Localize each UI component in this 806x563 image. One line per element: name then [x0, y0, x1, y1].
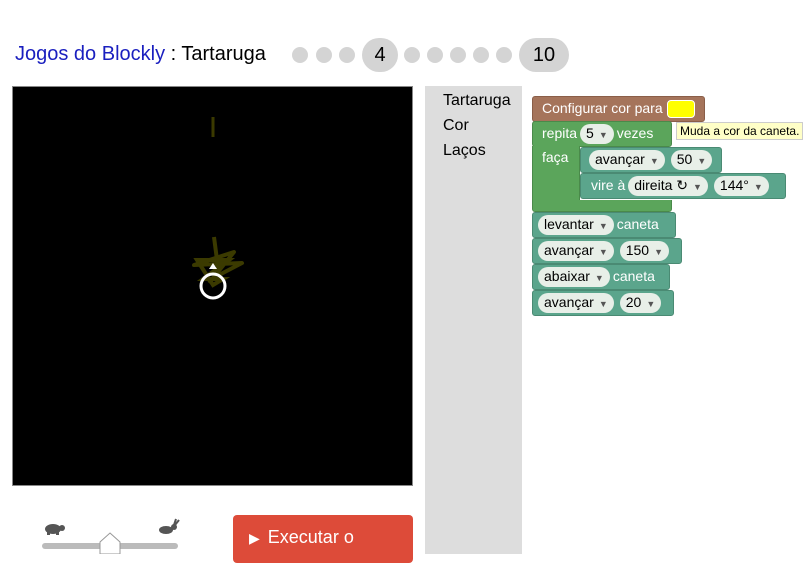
pen-down-block[interactable]: abaixar ▼ caneta: [532, 264, 670, 290]
level-dot-6[interactable]: [427, 47, 443, 63]
repeat-count-value: 5: [586, 125, 594, 141]
level-dot-7[interactable]: [450, 47, 466, 63]
do-label: faça: [542, 149, 569, 165]
pen-up-block[interactable]: levantar ▼ caneta: [532, 212, 676, 238]
forward-value-2: 150: [625, 242, 650, 258]
blockly-games-link[interactable]: Jogos do Blockly: [15, 43, 165, 65]
set-color-block[interactable]: Configurar cor para: [532, 96, 705, 122]
color-swatch[interactable]: [666, 100, 695, 119]
level-current[interactable]: 4: [362, 38, 398, 72]
forward-dropdown-3[interactable]: avançar ▼: [538, 293, 614, 313]
dropdown-caret-icon: ▼: [646, 299, 656, 309]
dropdown-caret-icon: ▼: [594, 273, 604, 283]
forward-dropdown-2-value: avançar: [544, 242, 594, 258]
page-heading: Jogos do Blockly : Tartaruga: [15, 43, 266, 66]
dropdown-caret-icon: ▼: [693, 182, 702, 192]
blocks-workspace[interactable]: Configurar cor para repita 5 ▼ vezes faça a…: [522, 86, 806, 554]
dropdown-caret-icon: ▼: [598, 247, 608, 257]
forward-value-field-2[interactable]: 150 ▼: [619, 241, 670, 261]
level-dot-5[interactable]: [404, 47, 420, 63]
dropdown-caret-icon: ▼: [598, 130, 608, 140]
forward-value-1: 50: [676, 151, 693, 167]
speed-slider-handle[interactable]: [99, 532, 121, 554]
pen-up-dropdown[interactable]: levantar ▼: [538, 215, 614, 235]
title-separator: :: [165, 43, 182, 65]
dropdown-caret-icon: ▼: [649, 156, 659, 166]
level-dot-8[interactable]: [473, 47, 489, 63]
forward-dropdown-2[interactable]: avançar ▼: [538, 241, 614, 261]
dropdown-caret-icon: ▼: [598, 299, 608, 309]
rabbit-icon: [159, 518, 180, 534]
pen-up-suffix: caneta: [616, 216, 659, 232]
pen-down-value: abaixar: [544, 268, 590, 284]
pen-down-suffix: caneta: [612, 268, 655, 284]
dropdown-caret-icon: ▼: [654, 247, 664, 257]
repeat-count-field[interactable]: 5 ▼: [580, 124, 614, 144]
forward-block-2[interactable]: avançar ▼ 150 ▼: [532, 238, 682, 264]
forward-block-3[interactable]: avançar ▼ 20 ▼: [532, 290, 674, 316]
dropdown-caret-icon: ▼: [697, 156, 707, 166]
turn-angle-value: 144°: [719, 177, 749, 193]
toolbox-category-color[interactable]: Cor: [443, 117, 469, 135]
turn-direction-dropdown[interactable]: direita ↻ ▼: [628, 176, 708, 196]
turn-direction-value: direita ↻: [634, 177, 688, 193]
forward-dropdown-3-value: avançar: [544, 294, 594, 310]
toolbox-category-loops[interactable]: Laços: [443, 142, 486, 160]
page-title: Tartaruga: [181, 43, 266, 65]
repeat-block[interactable]: repita 5 ▼ vezes: [532, 121, 672, 147]
play-icon: ▶: [249, 530, 260, 546]
toolbox: Tartaruga Cor Laços: [425, 86, 522, 554]
toolbox-category-turtle[interactable]: Tartaruga: [443, 92, 511, 110]
turtle-icon: [45, 524, 65, 535]
run-button-label: Executar o: [267, 527, 354, 547]
turn-angle-field[interactable]: 144° ▼: [713, 176, 769, 196]
block-tooltip: Muda a cor da caneta.: [676, 122, 804, 140]
set-color-label: Configurar cor para: [542, 100, 663, 116]
repeat-do-arm: faça: [532, 146, 580, 208]
forward-value-field-3[interactable]: 20 ▼: [619, 293, 662, 313]
pen-down-dropdown[interactable]: abaixar ▼: [538, 267, 610, 287]
level-dot-9[interactable]: [496, 47, 512, 63]
repeat-label: repita: [542, 125, 578, 141]
dropdown-caret-icon: ▼: [753, 182, 763, 192]
turtle-canvas: [12, 86, 413, 486]
forward-dropdown-1-value: avançar: [595, 151, 645, 167]
repeat-block-bottom: [532, 200, 672, 212]
dropdown-caret-icon: ▼: [598, 221, 608, 231]
turn-label: vire à: [591, 177, 626, 193]
repeat-suffix: vezes: [616, 125, 654, 141]
level-dot-2[interactable]: [316, 47, 332, 63]
run-button[interactable]: ▶ Executar o: [233, 515, 413, 563]
pen-up-value: levantar: [544, 216, 594, 232]
forward-block-1[interactable]: avançar ▼ 50 ▼: [580, 147, 722, 173]
forward-dropdown-1[interactable]: avançar ▼: [589, 150, 665, 170]
level-dot-1[interactable]: [292, 47, 308, 63]
forward-value-3: 20: [625, 294, 642, 310]
turn-block[interactable]: vire à direita ↻ ▼ 144° ▼: [580, 173, 786, 199]
level-dot-3[interactable]: [339, 47, 355, 63]
turtle-drawing: [192, 117, 244, 300]
forward-value-field-1[interactable]: 50 ▼: [670, 150, 713, 170]
level-last[interactable]: 10: [519, 38, 569, 72]
